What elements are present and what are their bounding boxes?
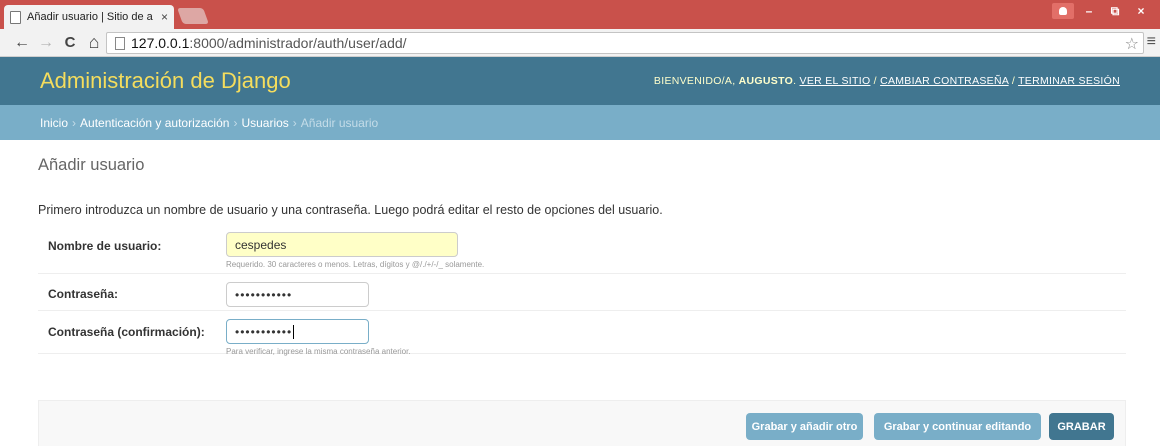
text-cursor	[293, 324, 295, 339]
submit-row: Grabar y añadir otro Grabar y continuar …	[38, 400, 1126, 446]
page-icon	[115, 36, 125, 50]
main-content: Añadir usuario Primero introduzca un nom…	[38, 140, 1126, 356]
logout-link[interactable]: TERMINAR SESIÓN	[1018, 75, 1120, 87]
username-input[interactable]: cespedes	[226, 232, 458, 257]
breadcrumb-separator: ›	[233, 115, 238, 130]
bookmark-star-icon[interactable]: ☆	[1125, 34, 1139, 54]
browser-titlebar: Añadir usuario | Sitio de a × – ⧉ ×	[0, 0, 1160, 29]
browser-menu-icon[interactable]: ≡	[1147, 33, 1156, 51]
back-arrow-icon[interactable]: ←	[10, 34, 34, 52]
url-path: :8000/administrador/auth/user/add/	[189, 35, 407, 51]
address-bar[interactable]: 127.0.0.1 :8000/administrador/auth/user/…	[106, 32, 1144, 54]
password-label: Contraseña:	[48, 287, 119, 301]
forward-arrow-icon[interactable]: →	[34, 34, 58, 52]
password-confirm-value: •••••••••••	[235, 324, 293, 339]
breadcrumb-separator: ›	[72, 115, 77, 130]
password-confirm-label: Contraseña (confirmación):	[48, 325, 205, 339]
form-row-password-confirm: Contraseña (confirmación): ••••••••••• P…	[38, 311, 1126, 356]
tab-close-icon[interactable]: ×	[161, 10, 168, 24]
breadcrumb-separator: ›	[292, 115, 297, 130]
new-tab-button[interactable]	[177, 8, 209, 24]
user-tools: BIENVENIDO/A, AUGUSTO. VER EL SITIO / CA…	[653, 75, 1120, 87]
user-tools-separator: /	[1011, 75, 1016, 87]
save-add-another-button[interactable]: Grabar y añadir otro	[746, 413, 863, 440]
breadcrumb-home[interactable]: Inicio	[40, 116, 68, 130]
save-button[interactable]: GRABAR	[1049, 413, 1114, 440]
close-window-button[interactable]: ×	[1130, 4, 1152, 18]
current-username: AUGUSTO	[738, 75, 794, 87]
welcome-text: BIENVENIDO/A,	[653, 75, 736, 87]
change-password-link[interactable]: CAMBIAR CONTRASEÑA	[880, 75, 1009, 87]
window-controls: – ⧉ ×	[1052, 3, 1152, 19]
save-continue-button[interactable]: Grabar y continuar editando	[874, 413, 1041, 440]
site-branding[interactable]: Administración de Django	[40, 68, 291, 94]
breadcrumb-users[interactable]: Usuarios	[241, 116, 288, 130]
username-help-text: Requerido. 30 caracteres o menos. Letras…	[226, 260, 485, 269]
breadcrumb: Inicio › Autenticación y autorización › …	[0, 105, 1160, 140]
browser-toolbar: ← → C ⌂ 127.0.0.1 :8000/administrador/au…	[0, 29, 1160, 57]
admin-header: Administración de Django BIENVENIDO/A, A…	[0, 57, 1160, 105]
profile-icon[interactable]	[1052, 3, 1074, 19]
user-form-fieldset: Nombre de usuario: cespedes Requerido. 3…	[38, 227, 1126, 356]
form-row-password: Contraseña: •••••••••••	[38, 274, 1126, 311]
maximize-button[interactable]: ⧉	[1104, 4, 1126, 19]
view-site-link[interactable]: VER EL SITIO	[800, 75, 871, 87]
password-value: •••••••••••	[235, 287, 293, 302]
password-confirm-input[interactable]: •••••••••••	[226, 319, 369, 344]
form-intro-text: Primero introduzca un nombre de usuario …	[38, 203, 663, 217]
page-favicon-icon	[10, 10, 21, 24]
browser-tab[interactable]: Añadir usuario | Sitio de a ×	[4, 5, 174, 29]
page-title: Añadir usuario	[38, 156, 145, 174]
form-row-username: Nombre de usuario: cespedes Requerido. 3…	[38, 227, 1126, 274]
home-icon[interactable]: ⌂	[82, 32, 106, 53]
breadcrumb-current: Añadir usuario	[300, 115, 379, 130]
breadcrumb-auth[interactable]: Autenticación y autorización	[80, 116, 229, 130]
tab-title: Añadir usuario | Sitio de a	[27, 11, 153, 23]
minimize-button[interactable]: –	[1078, 4, 1100, 18]
user-tools-separator: /	[873, 75, 877, 87]
username-label: Nombre de usuario:	[48, 239, 162, 253]
password-confirm-help-text: Para verificar, ingrese la misma contras…	[226, 347, 411, 356]
reload-icon[interactable]: C	[58, 34, 82, 51]
username-value: cespedes	[235, 237, 287, 252]
url-host: 127.0.0.1	[131, 35, 190, 51]
password-input[interactable]: •••••••••••	[226, 282, 369, 307]
